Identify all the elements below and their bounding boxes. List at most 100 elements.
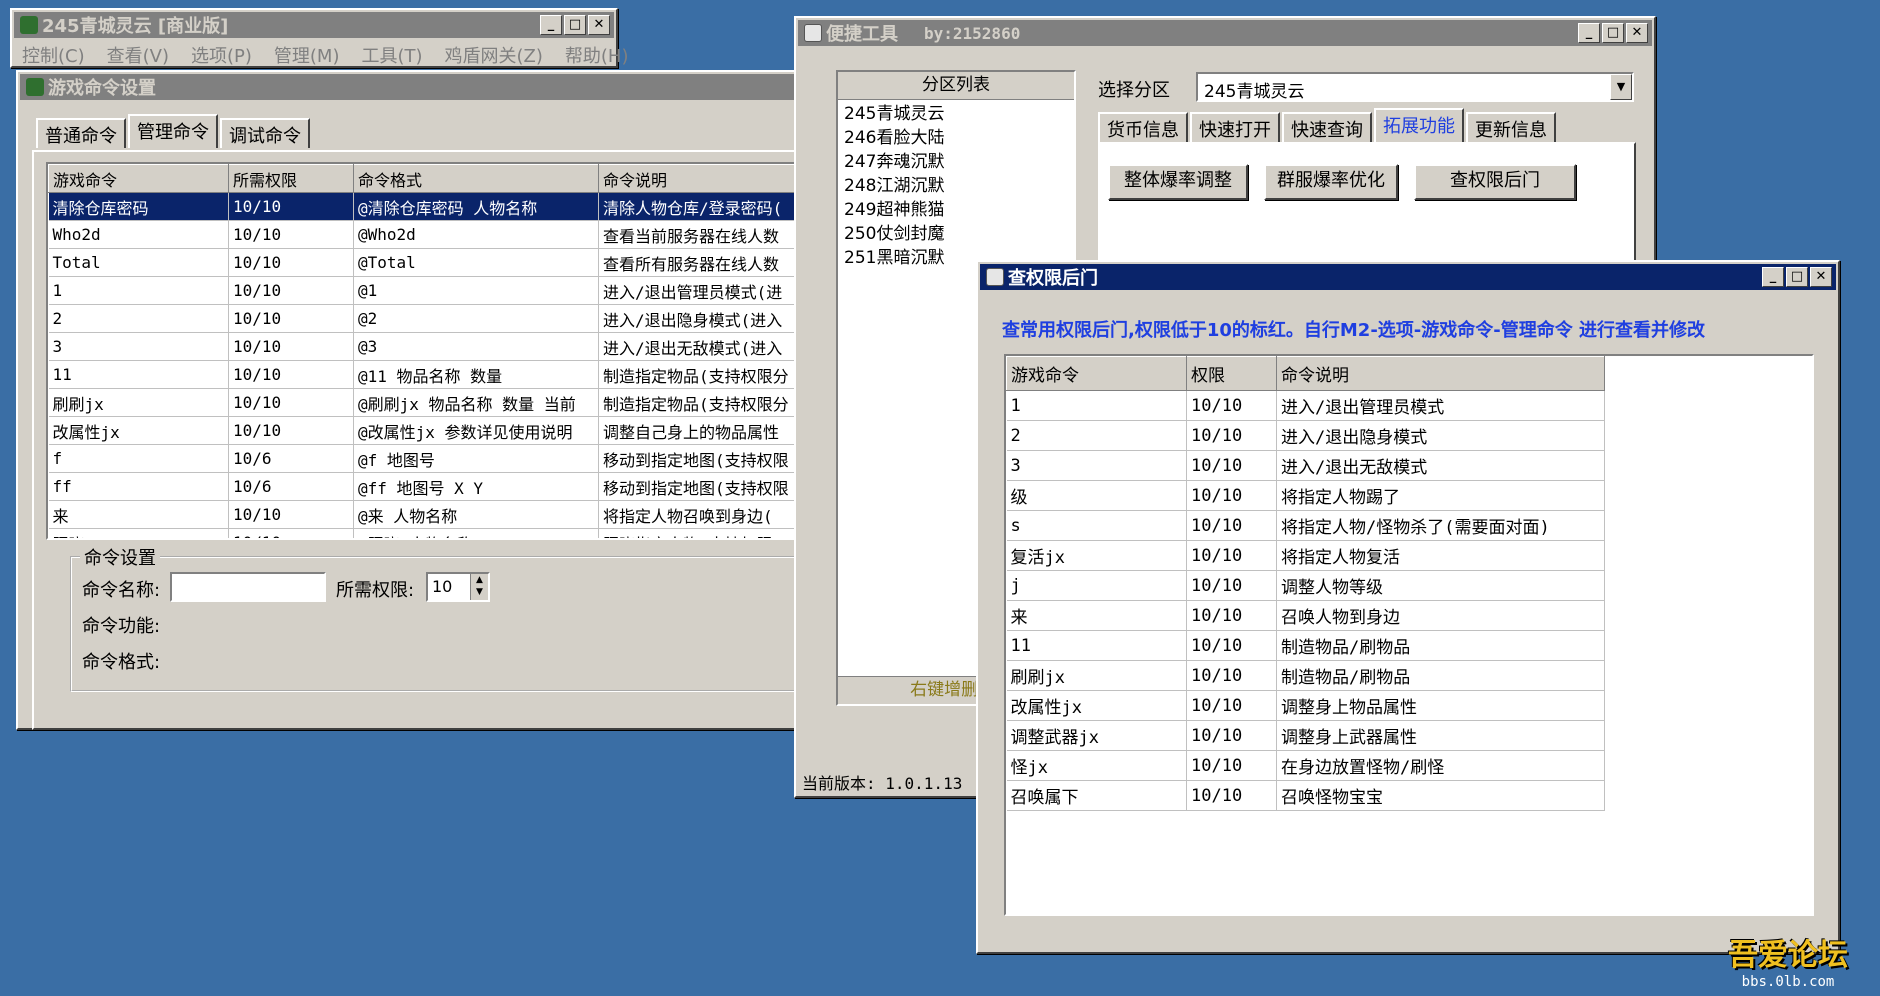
- table-row[interactable]: 11 10/10 制造物品/刷物品: [1006, 630, 1605, 661]
- table-row[interactable]: 1 10/10 进入/退出管理员模式: [1006, 390, 1605, 421]
- command-format-label: 命令格式:: [82, 652, 161, 673]
- table-row[interactable]: 11 10/10 @11 物品名称 数量 制造指定物品(支持权限分: [48, 360, 809, 389]
- game-command-titlebar[interactable]: 游戏命令设置: [20, 74, 802, 100]
- col-permission[interactable]: 权限: [1186, 356, 1277, 391]
- col-game-command[interactable]: 游戏命令: [48, 164, 229, 193]
- menu-tools[interactable]: 工具(T): [361, 42, 422, 68]
- col-permission[interactable]: 所需权限: [228, 164, 354, 193]
- list-item[interactable]: 246看脸大陆: [844, 126, 1068, 150]
- table-cell: @f 地图号: [353, 444, 599, 473]
- table-cell: 将指定人物踢了: [1276, 480, 1605, 511]
- table-row[interactable]: 怪jx 10/10 在身边放置怪物/刷怪: [1006, 750, 1605, 781]
- table-row[interactable]: ff 10/6 @ff 地图号 X Y 移动到指定地图(支持权限: [48, 472, 809, 501]
- col-description[interactable]: 命令说明: [1276, 356, 1605, 391]
- table-row[interactable]: 召唤属下 10/10 召唤怪物宝宝: [1006, 780, 1605, 811]
- tab-quick-query[interactable]: 快速查询: [1282, 112, 1372, 142]
- tab-currency-info[interactable]: 货币信息: [1098, 112, 1188, 142]
- table-cell: 10/10: [228, 304, 354, 333]
- maximize-icon[interactable]: □: [1786, 267, 1808, 287]
- main-window-titlebar[interactable]: 245青城灵云 [商业版] _ □ ✕: [14, 12, 614, 38]
- maximize-icon[interactable]: □: [1602, 23, 1624, 43]
- server-select[interactable]: 245青城灵云 ▼: [1196, 72, 1634, 102]
- table-row[interactable]: Who2d 10/10 @Who2d 查看当前服务器在线人数: [48, 220, 809, 249]
- minimize-icon[interactable]: _: [540, 15, 562, 35]
- table-cell: @ff 地图号 X Y: [353, 472, 599, 501]
- close-icon[interactable]: ✕: [1626, 23, 1648, 43]
- table-cell: 10/10: [1186, 720, 1277, 751]
- table-row[interactable]: 2 10/10 @2 进入/退出隐身模式(进入: [48, 304, 809, 333]
- table-row[interactable]: 级 10/10 将指定人物踢了: [1006, 480, 1605, 511]
- table-row[interactable]: 3 10/10 进入/退出无敌模式: [1006, 450, 1605, 481]
- menu-manage[interactable]: 管理(M): [274, 42, 340, 68]
- table-cell: @改属性jx 参数详见使用说明: [353, 416, 599, 445]
- tab-debug-commands[interactable]: 调试命令: [220, 118, 310, 148]
- table-cell: 来: [1006, 600, 1187, 631]
- close-icon[interactable]: ✕: [1810, 267, 1832, 287]
- menu-view[interactable]: 查看(V): [107, 42, 169, 68]
- table-row[interactable]: 照晓10/10@照晓 人物名称照晓指定人物(支持权限: [48, 528, 809, 538]
- table-row[interactable]: 刷刷jx 10/10 制造物品/刷物品: [1006, 660, 1605, 691]
- table-cell: 10/10: [228, 248, 354, 277]
- table-cell: 清除人物仓库/登录密码(: [598, 192, 809, 221]
- table-row[interactable]: 改属性jx 10/10 调整身上物品属性: [1006, 690, 1605, 721]
- table-cell: @刷刷jx 物品名称 数量 当前: [353, 388, 599, 417]
- table-row[interactable]: 改属性jx 10/10 @改属性jx 参数详见使用说明 调整自己身上的物品属性: [48, 416, 809, 445]
- tool-window-titlebar[interactable]: 便捷工具 by:2152860 _ □ ✕: [798, 20, 1652, 46]
- col-description[interactable]: 命令说明: [598, 164, 809, 193]
- chevron-down-icon[interactable]: ▼: [1610, 74, 1632, 100]
- table-cell: 在身边放置怪物/刷怪: [1276, 750, 1605, 781]
- user-icon: [804, 24, 822, 42]
- table-row[interactable]: 来 10/10 召唤人物到身边: [1006, 600, 1605, 631]
- table-cell: 调整人物等级: [1276, 570, 1605, 601]
- game-command-window: 游戏命令设置 普通命令 管理命令 调试命令 游戏命令 所需权限 命令格式 命令说…: [16, 70, 820, 730]
- table-cell: 10/10: [228, 360, 354, 389]
- minimize-icon[interactable]: _: [1578, 23, 1600, 43]
- table-cell: 2: [48, 304, 229, 333]
- tab-extended-functions[interactable]: 拓展功能: [1374, 108, 1464, 142]
- maximize-icon[interactable]: □: [564, 15, 586, 35]
- table-row[interactable]: s 10/10 将指定人物/怪物杀了(需要面对面): [1006, 510, 1605, 541]
- tab-admin-commands[interactable]: 管理命令: [128, 114, 218, 148]
- list-item[interactable]: 248江湖沉默: [844, 174, 1068, 198]
- col-format[interactable]: 命令格式: [353, 164, 599, 193]
- table-cell: 1: [1006, 390, 1187, 421]
- col-game-command[interactable]: 游戏命令: [1006, 356, 1187, 391]
- table-row[interactable]: 1 10/10 @1 进入/退出管理员模式(进: [48, 276, 809, 305]
- list-item[interactable]: 245青城灵云: [844, 102, 1068, 126]
- table-row[interactable]: f 10/6 @f 地图号 移动到指定地图(支持权限: [48, 444, 809, 473]
- table-row[interactable]: j 10/10 调整人物等级: [1006, 570, 1605, 601]
- table-row[interactable]: 3 10/10 @3 进入/退出无敌模式(进入: [48, 332, 809, 361]
- table-row[interactable]: Total 10/10 @Total 查看所有服务器在线人数: [48, 248, 809, 277]
- menu-options[interactable]: 选项(P): [191, 42, 252, 68]
- minimize-icon[interactable]: _: [1762, 267, 1784, 287]
- table-row[interactable]: 调整武器jx 10/10 调整身上武器属性: [1006, 720, 1605, 751]
- tab-update-info[interactable]: 更新信息: [1466, 112, 1556, 142]
- table-cell: @11 物品名称 数量: [353, 360, 599, 389]
- spinner-arrows-icon[interactable]: ▲ ▼: [470, 574, 488, 600]
- menu-control[interactable]: 控制(C): [22, 42, 85, 68]
- menu-gateway[interactable]: 鸡盾网关(Z): [445, 42, 543, 68]
- table-cell: 11: [48, 360, 229, 389]
- check-backdoor-button[interactable]: 查权限后门: [1414, 164, 1576, 200]
- table-row[interactable]: 刷刷jx 10/10 @刷刷jx 物品名称 数量 当前 制造指定物品(支持权限分: [48, 388, 809, 417]
- table-row[interactable]: 来 10/10 @来 人物名称 将指定人物召唤到身边(: [48, 500, 809, 529]
- table-row[interactable]: 2 10/10 进入/退出隐身模式: [1006, 420, 1605, 451]
- permission-spinner[interactable]: 10 ▲ ▼: [426, 572, 490, 602]
- tab-quick-open[interactable]: 快速打开: [1190, 112, 1280, 142]
- table-cell: f: [48, 444, 229, 473]
- permission-window-titlebar[interactable]: 查权限后门 _ □ ✕: [980, 264, 1836, 290]
- list-item[interactable]: 249超神熊猫: [844, 198, 1068, 222]
- menu-help[interactable]: 帮助(H): [565, 42, 629, 68]
- list-item[interactable]: 250仗剑封魔: [844, 222, 1068, 246]
- table-cell: 10/10: [228, 192, 354, 221]
- table-row[interactable]: 复活jx 10/10 将指定人物复活: [1006, 540, 1605, 571]
- overall-droprate-button[interactable]: 整体爆率调整: [1108, 164, 1248, 200]
- command-settings-legend: 命令设置: [80, 544, 160, 570]
- table-cell: 照晓: [48, 528, 229, 538]
- tab-normal-commands[interactable]: 普通命令: [36, 118, 126, 148]
- command-name-input[interactable]: [170, 572, 326, 602]
- close-icon[interactable]: ✕: [588, 15, 610, 35]
- table-row[interactable]: 清除仓库密码 10/10 @清除仓库密码 人物名称 清除人物仓库/登录密码(: [48, 192, 809, 221]
- list-item[interactable]: 247奔魂沉默: [844, 150, 1068, 174]
- group-droprate-button[interactable]: 群服爆率优化: [1264, 164, 1398, 200]
